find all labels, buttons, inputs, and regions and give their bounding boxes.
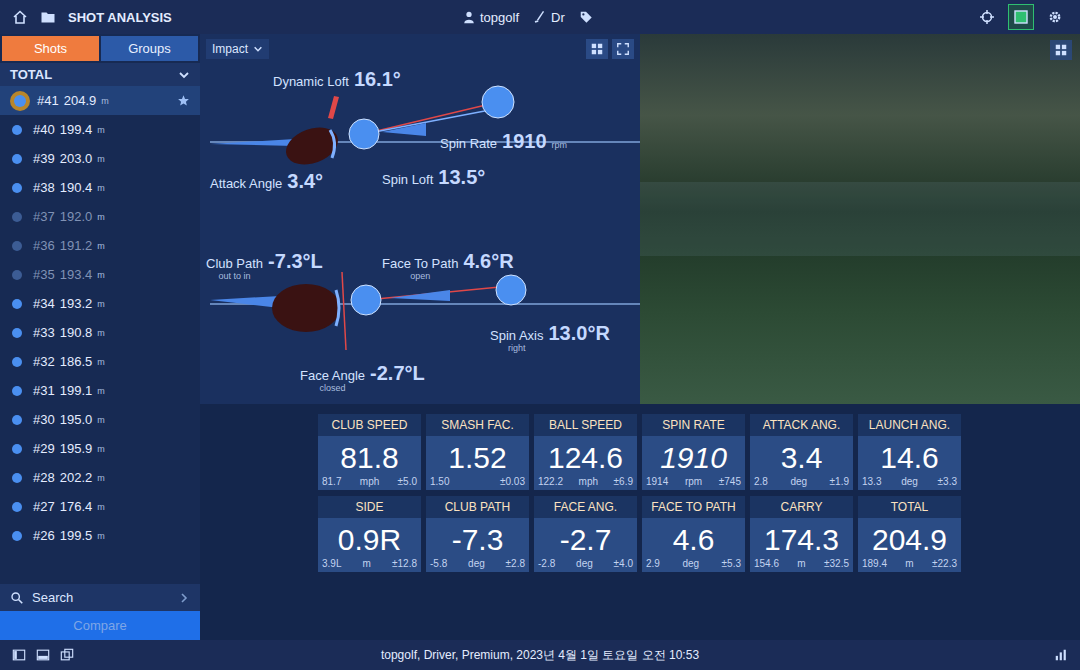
shot-item[interactable]: #33190.8m: [0, 318, 200, 347]
settings-tool[interactable]: [1042, 4, 1068, 30]
shot-item[interactable]: #32186.5m: [0, 347, 200, 376]
shot-item[interactable]: #31199.1m: [0, 376, 200, 405]
expand-icon: [616, 42, 630, 56]
metric-tile: CLUB SPEED81.881.7mph±5.0: [318, 414, 421, 490]
sidebar-layout-icon[interactable]: [12, 648, 26, 662]
shot-item[interactable]: #35193.4m: [0, 260, 200, 289]
shot-dot: [12, 415, 22, 425]
copy-layout-icon[interactable]: [60, 648, 74, 662]
metric-tile: ATTACK ANG.3.42.8deg±1.9: [750, 414, 853, 490]
shot-item[interactable]: #36191.2m: [0, 231, 200, 260]
shot-analysis-app: SHOT ANALYSIStopgolfDrShotsGroupsTOTAL#4…: [0, 0, 1080, 670]
user-label[interactable]: topgolf: [462, 10, 519, 25]
metric-tile: SIDE0.9R3.9Lm±12.8: [318, 496, 421, 572]
shot-item[interactable]: #26199.5m: [0, 521, 200, 550]
metric-tile: TOTAL204.9189.4m±22.3: [858, 496, 961, 572]
shot-dot: [12, 270, 22, 280]
shot-dot: [12, 328, 22, 338]
chart-icon[interactable]: [1054, 648, 1068, 662]
shot-item[interactable]: #29195.9m: [0, 434, 200, 463]
tab[interactable]: Groups: [101, 36, 198, 61]
golf-club-icon: [533, 10, 547, 24]
home-icon[interactable]: [12, 9, 28, 25]
impact-reading: Spin Rate1910rpm: [440, 130, 567, 153]
metric-tile: BALL SPEED124.6122.2mph±6.9: [534, 414, 637, 490]
folder-icon[interactable]: [40, 9, 56, 25]
impact-reading: Dynamic Loft16.1°: [273, 68, 401, 91]
shot-dot: [12, 473, 22, 483]
square-view-icon: [1013, 9, 1029, 25]
shot-dot: [12, 154, 22, 164]
metric-tile: CARRY174.3154.6m±32.5: [750, 496, 853, 572]
impact-reading: Attack Angle3.4°: [210, 170, 323, 193]
shot-dot: [12, 357, 22, 367]
shot-dot: [12, 125, 22, 135]
impact-reading: Spin Axisright13.0°R: [490, 322, 610, 353]
star-icon[interactable]: [177, 94, 190, 107]
grid-icon: [590, 42, 604, 56]
course-view: [640, 34, 1080, 404]
shot-dot: [12, 444, 22, 454]
bottom-layout-icon[interactable]: [36, 648, 50, 662]
tag-icon[interactable]: [579, 10, 593, 24]
shot-item[interactable]: #38190.4m: [0, 173, 200, 202]
shot-item[interactable]: #27176.4m: [0, 492, 200, 521]
status-bar: topgolf, Driver, Premium, 2023년 4월 1일 토요…: [0, 640, 1080, 670]
shot-dot: [12, 299, 22, 309]
search-row[interactable]: Search: [0, 584, 200, 611]
search-icon: [10, 591, 24, 605]
chevron-down-icon: [253, 44, 263, 54]
crosshair-icon: [979, 9, 995, 25]
shot-dot: [12, 531, 22, 541]
impact-reading: Spin Loft13.5°: [382, 166, 485, 189]
shot-item[interactable]: #30195.0m: [0, 405, 200, 434]
shot-dot: [12, 183, 22, 193]
impact-reading: Club Pathout to in-7.3°L: [206, 250, 323, 281]
shot-dot: [12, 386, 22, 396]
impact-reading: Face Angleclosed-2.7°L: [300, 362, 425, 393]
filter-dropdown[interactable]: TOTAL: [0, 63, 200, 86]
chevron-right-icon: [178, 592, 190, 604]
metric-tile: SMASH FAC.1.521.50±0.03: [426, 414, 529, 490]
top-bar: SHOT ANALYSIS topgolf Dr: [0, 0, 1080, 34]
metric-tile: LAUNCH ANG.14.613.3deg±3.3: [858, 414, 961, 490]
shot-item[interactable]: #28202.2m: [0, 463, 200, 492]
view-dropdown[interactable]: Impact: [206, 39, 269, 59]
club-impact-diagram: [200, 60, 640, 404]
tab[interactable]: Shots: [2, 36, 99, 61]
metric-tile: CLUB PATH-7.3-5.8deg±2.8: [426, 496, 529, 572]
page-title: SHOT ANALYSIS: [68, 10, 172, 25]
shot-item[interactable]: #37192.0m: [0, 202, 200, 231]
tab-bar: ShotsGroups: [0, 34, 200, 61]
compare-button[interactable]: Compare: [0, 611, 200, 640]
shot-item[interactable]: #40199.4m: [0, 115, 200, 144]
shot-dot: [14, 95, 26, 107]
sidebar: ShotsGroupsTOTAL#41204.9m#40199.4m#39203…: [0, 34, 200, 640]
impact-reading: Face To Pathopen4.6°R: [382, 250, 514, 281]
status-text: topgolf, Driver, Premium, 2023년 4월 1일 토요…: [202, 647, 878, 664]
metric-tile: FACE TO PATH4.62.9deg±5.3: [642, 496, 745, 572]
impact-diagram: Dynamic Loft16.1° Spin Rate1910rpm Attack …: [200, 60, 640, 404]
layout-button[interactable]: [1050, 40, 1072, 60]
shot-list: #41204.9m#40199.4m#39203.0m#38190.4m#371…: [0, 86, 200, 584]
expand-button[interactable]: [612, 39, 634, 59]
shot-item[interactable]: #39203.0m: [0, 144, 200, 173]
metric-tile: FACE ANG.-2.7-2.8deg±4.0: [534, 496, 637, 572]
chevron-down-icon: [178, 69, 190, 81]
shot-dot: [12, 241, 22, 251]
shot-dot: [12, 212, 22, 222]
grid-icon: [1054, 43, 1068, 57]
shot-item[interactable]: #41204.9m: [0, 86, 200, 115]
view-tool[interactable]: [1008, 4, 1034, 30]
target-tool[interactable]: [974, 4, 1000, 30]
grid-button[interactable]: [586, 39, 608, 59]
gear-icon: [1047, 9, 1063, 25]
shot-dot: [12, 502, 22, 512]
impact-panel: ImpactDynamic Loft16.1° Spin Rate1910rpm A…: [200, 34, 640, 404]
club-label[interactable]: Dr: [533, 10, 565, 25]
metric-tile: SPIN RATE19101914rpm±745: [642, 414, 745, 490]
metrics-grid: CLUB SPEED81.881.7mph±5.0SMASH FAC.1.521…: [200, 404, 1080, 640]
shot-item[interactable]: #34193.2m: [0, 289, 200, 318]
user-icon: [462, 10, 476, 24]
